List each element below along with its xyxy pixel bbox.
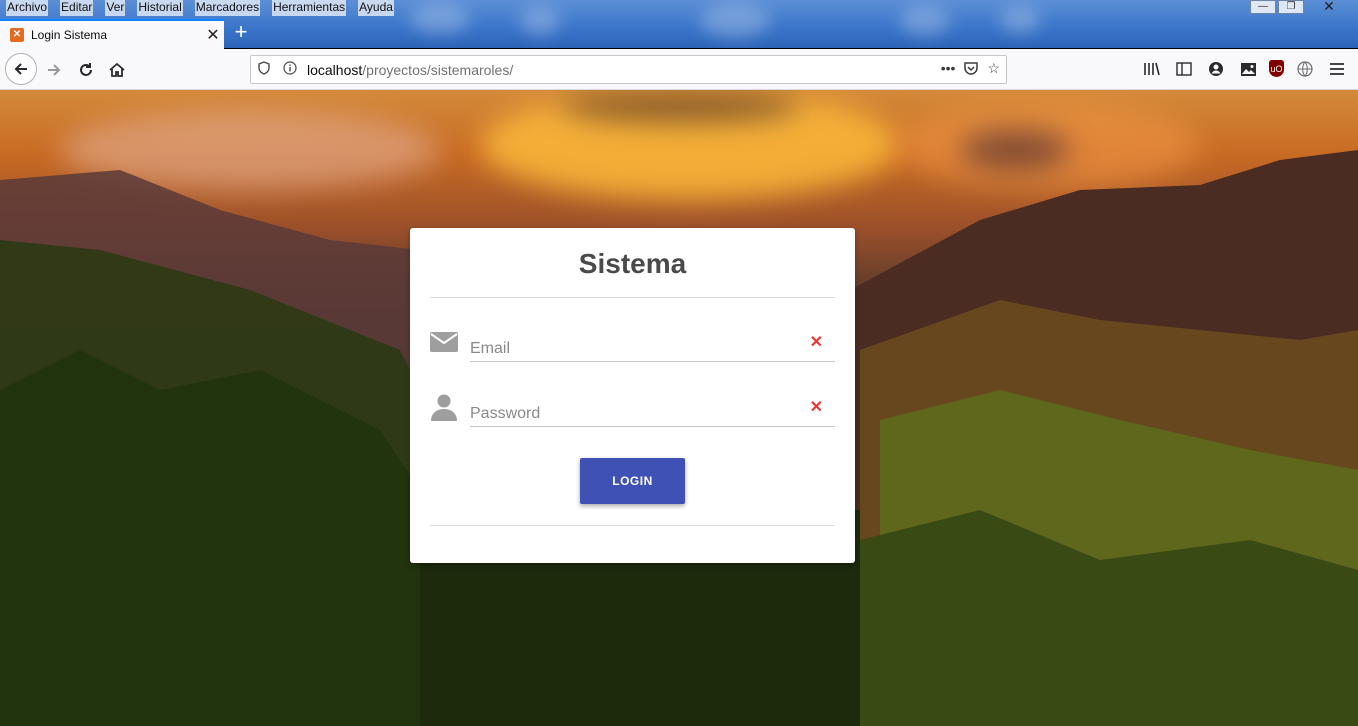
xampp-icon: ✕ — [10, 28, 24, 42]
star-icon[interactable]: ☆ — [987, 60, 1000, 79]
forward-icon — [48, 64, 61, 76]
reload-button[interactable] — [72, 56, 100, 84]
window-controls: — ❐ ✕ — [1250, 0, 1352, 14]
user-icon — [431, 394, 457, 421]
back-button[interactable] — [5, 53, 37, 85]
envelope-icon — [430, 332, 458, 352]
menu-marcadores[interactable]: Marcadores — [194, 0, 261, 16]
menu-herramientas[interactable]: Herramientas — [272, 0, 347, 16]
password-field[interactable] — [470, 391, 835, 427]
forward-button[interactable] — [40, 56, 68, 84]
sidebar-icon[interactable] — [1173, 57, 1195, 81]
menu-bar: Archivo Editar Ver Historial Marcadores … — [0, 0, 394, 16]
menu-ayuda[interactable]: Ayuda — [358, 0, 394, 16]
menu-icon[interactable] — [1326, 57, 1348, 81]
restore-button[interactable]: ❐ — [1278, 0, 1304, 14]
titlebar-decoration — [520, 6, 560, 36]
password-clear-icon[interactable]: ✕ — [810, 397, 823, 417]
globe-icon[interactable] — [1294, 57, 1316, 81]
titlebar-decoration — [900, 6, 950, 36]
image-icon[interactable] — [1237, 57, 1259, 81]
titlebar-decoration — [1000, 6, 1040, 34]
menu-historial[interactable]: Historial — [137, 0, 183, 16]
back-icon — [14, 63, 27, 75]
footer-divider — [430, 525, 835, 526]
menu-archivo[interactable]: Archivo — [6, 0, 49, 16]
window-close-button[interactable]: ✕ — [1306, 0, 1352, 14]
info-icon[interactable] — [277, 61, 303, 78]
navigation-toolbar: localhost/proyectos/sistemaroles/ ••• ☆ … — [0, 49, 1358, 90]
menu-ver[interactable]: Ver — [105, 0, 126, 16]
more-icon[interactable]: ••• — [941, 60, 956, 79]
reload-icon — [80, 63, 92, 76]
titlebar-decoration — [410, 4, 470, 34]
pocket-icon[interactable] — [963, 60, 979, 79]
email-clear-icon[interactable]: ✕ — [810, 332, 823, 352]
url-bar[interactable]: localhost/proyectos/sistemaroles/ ••• ☆ — [250, 55, 1007, 84]
menu-editar[interactable]: Editar — [60, 0, 94, 16]
email-field[interactable] — [470, 326, 835, 362]
tab-title: Login Sistema — [31, 28, 108, 42]
minimize-button[interactable]: — — [1250, 0, 1276, 14]
tab-login-sistema[interactable]: ✕ Login Sistema ✕ — [0, 19, 224, 49]
password-field-group: ✕ — [430, 391, 835, 431]
login-title: Sistema — [578, 248, 687, 279]
ublock-icon[interactable]: uO — [1269, 60, 1284, 77]
login-button[interactable]: LOGIN — [580, 458, 685, 504]
url-text[interactable]: localhost/proyectos/sistemaroles/ — [303, 62, 941, 78]
shield-icon[interactable] — [251, 61, 277, 78]
tab-close-icon[interactable]: ✕ — [202, 25, 224, 45]
url-path: /proyectos/sistemaroles/ — [362, 61, 514, 78]
email-field-group: ✕ — [430, 326, 835, 366]
home-button[interactable] — [103, 56, 131, 84]
titlebar-decoration — [700, 4, 770, 38]
login-card: Sistema ✕ ✕ LOGIN — [410, 228, 855, 563]
url-host: localhost — [307, 61, 363, 78]
library-icon[interactable] — [1141, 57, 1163, 81]
title-divider — [430, 297, 835, 298]
new-tab-button[interactable]: + — [230, 20, 252, 46]
home-icon — [109, 62, 125, 77]
account-icon[interactable] — [1205, 57, 1227, 81]
